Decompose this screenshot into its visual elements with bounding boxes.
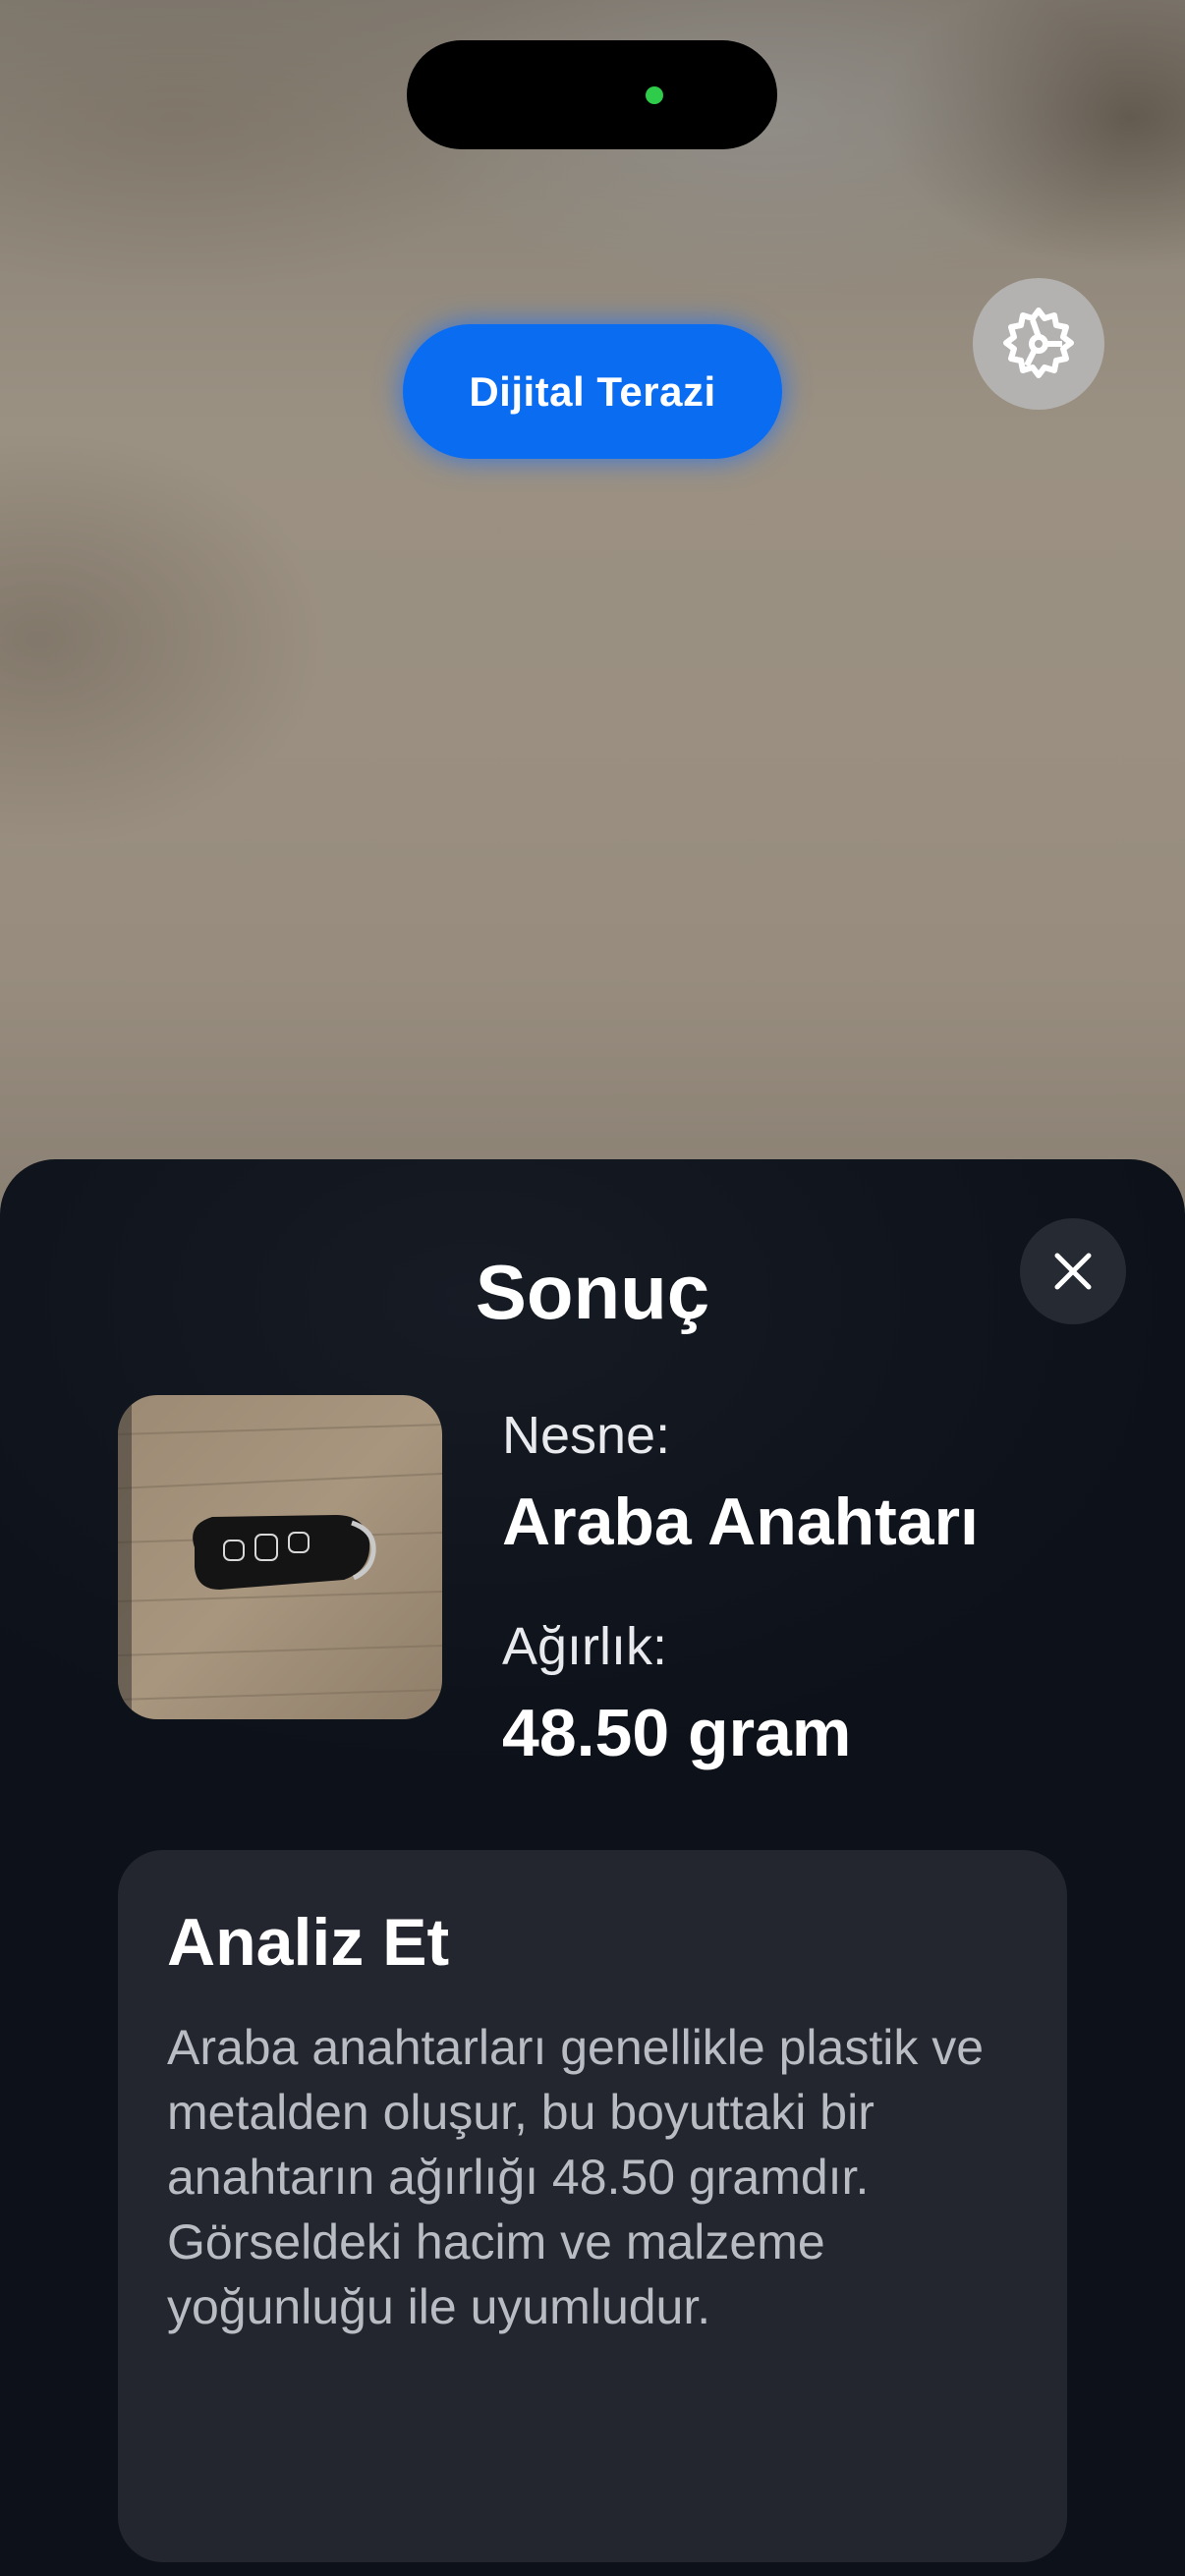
weight-label: Ağırlık: (502, 1617, 668, 1676)
car-key-icon (193, 1515, 376, 1590)
settings-button[interactable] (973, 278, 1104, 410)
object-photo (118, 1395, 442, 1719)
close-button[interactable] (1020, 1218, 1126, 1324)
settings-icon (1003, 308, 1074, 378)
camera-indicator-dot (646, 86, 663, 104)
camera-preview (0, 0, 1185, 1218)
result-sheet: Sonuç Nesne: Araba Anahtarı Ağırlık: 48.… (0, 1159, 1185, 2576)
mode-button-label: Dijital Terazi (469, 367, 716, 415)
result-title: Sonuç (475, 1249, 710, 1335)
analysis-title: Analiz Et (167, 1905, 450, 1980)
analysis-card: Analiz Et Araba anahtarları genellikle p… (118, 1850, 1067, 2562)
object-label: Nesne: (502, 1406, 671, 1465)
dynamic-island (407, 40, 777, 149)
object-value: Araba Anahtarı (502, 1484, 979, 1559)
close-icon (1054, 1253, 1092, 1290)
analysis-body: Araba anahtarları genellikle plastik ve … (167, 2020, 985, 2334)
weight-value: 48.50 gram (502, 1696, 852, 1770)
mode-button[interactable]: Dijital Terazi (403, 324, 782, 459)
